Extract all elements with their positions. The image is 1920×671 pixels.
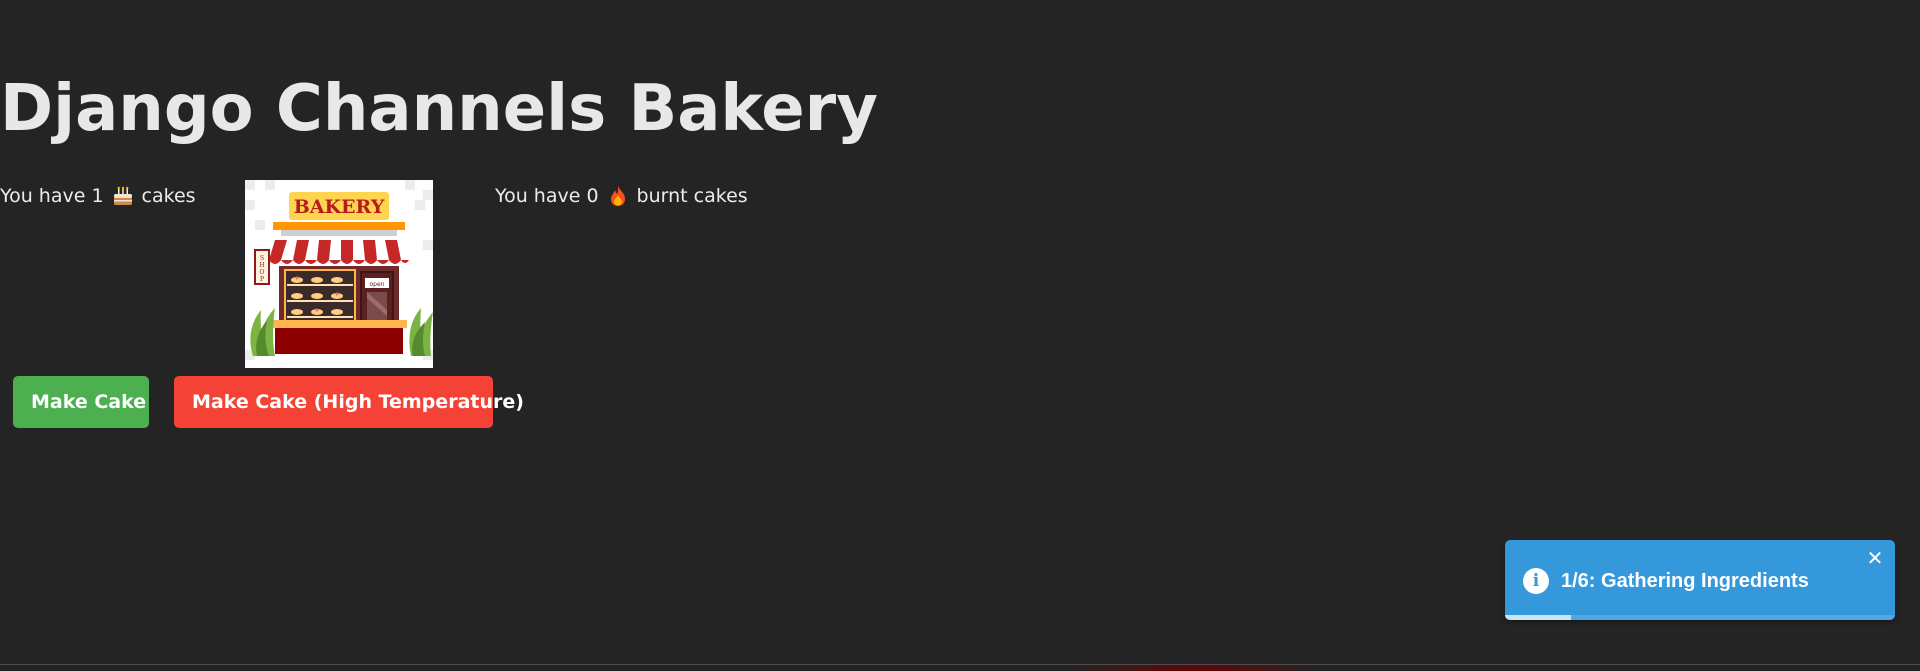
svg-text:BAKERY: BAKERY [294,196,385,218]
make-cake-high-temperature-button[interactable]: Make Cake (High Temperature) [174,376,524,428]
toast-progress-bar [1505,615,1572,620]
bakery-shop-image: BAKERY S H O P open [245,180,433,368]
bottom-divider [0,664,1920,665]
svg-text:S: S [260,255,264,262]
svg-text:H: H [259,262,264,269]
cake-icon [112,185,134,207]
make-cake-button[interactable]: Make Cake [13,376,149,428]
bottom-accent [1070,665,1320,671]
cake-count-prefix: You have 1 [0,185,104,207]
progress-toast: i 1/6: Gathering Ingredients ✕ [1505,540,1895,620]
burnt-count-prefix: You have 0 [495,185,599,207]
burnt-count-suffix: burnt cakes [636,185,748,207]
toast-progress-track [1505,615,1895,620]
burnt-cake-count: You have 0 burnt cakes [495,185,748,207]
cake-count-suffix: cakes [141,185,196,207]
info-icon: i [1523,568,1549,594]
svg-text:open: open [370,281,385,288]
close-icon[interactable]: ✕ [1865,548,1885,568]
svg-text:P: P [260,276,264,283]
toast-message: 1/6: Gathering Ingredients [1561,570,1809,592]
page-title: Django Channels Bakery [0,72,878,146]
cake-count: You have 1 cakes [0,185,196,207]
svg-text:O: O [260,269,265,276]
fire-icon [607,185,629,207]
